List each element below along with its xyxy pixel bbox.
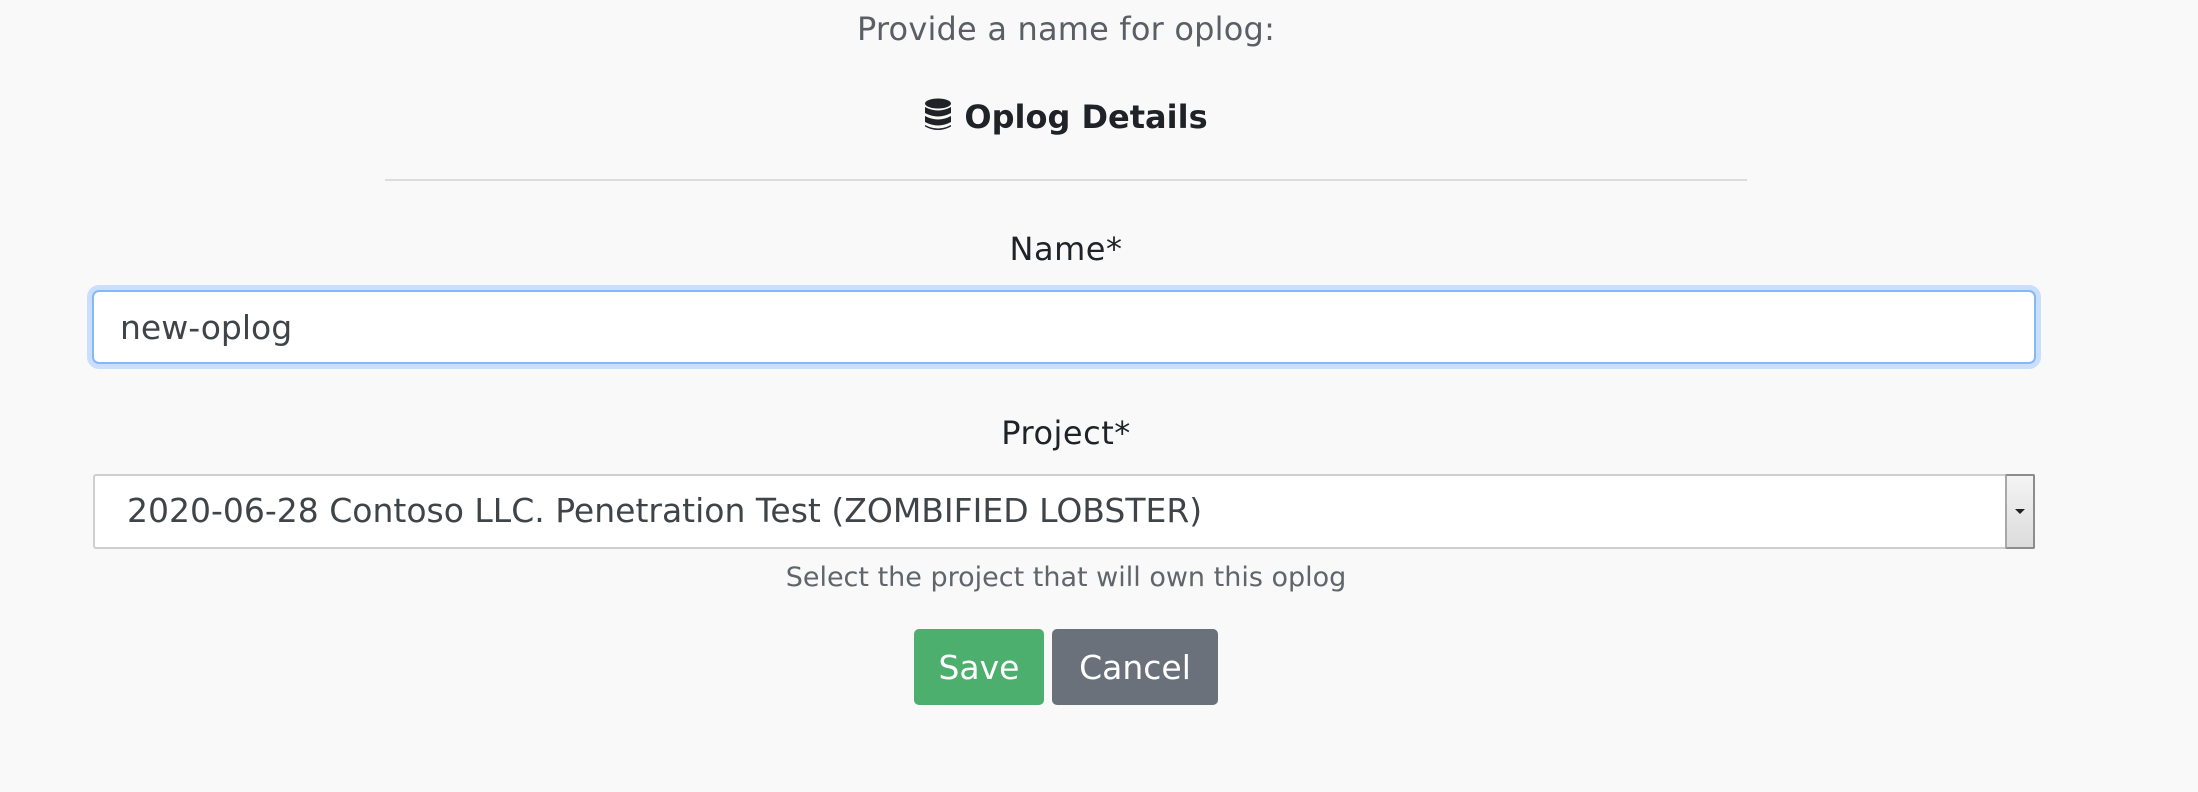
project-selected-value: 2020-06-28 Contoso LLC. Penetration Test… <box>127 491 1203 530</box>
section-title: Oplog Details <box>0 98 2132 140</box>
name-label: Name* <box>1009 230 1123 268</box>
save-button[interactable]: Save <box>914 629 1044 705</box>
project-select[interactable]: 2020-06-28 Contoso LLC. Penetration Test… <box>93 474 2035 549</box>
form-actions: Save Cancel <box>914 629 1218 705</box>
database-icon <box>924 98 952 140</box>
section-divider <box>385 179 1747 181</box>
project-help-text: Select the project that will own this op… <box>785 562 1347 593</box>
name-input[interactable] <box>92 290 2036 364</box>
chevron-down-icon[interactable] <box>2005 474 2035 549</box>
form-instructions: Provide a name for oplog: <box>856 10 1276 48</box>
cancel-button[interactable]: Cancel <box>1052 629 1218 705</box>
project-label: Project* <box>1001 414 1131 452</box>
oplog-form-page: Provide a name for oplog: Oplog Details … <box>0 0 2198 792</box>
section-title-text: Oplog Details <box>964 98 1208 136</box>
